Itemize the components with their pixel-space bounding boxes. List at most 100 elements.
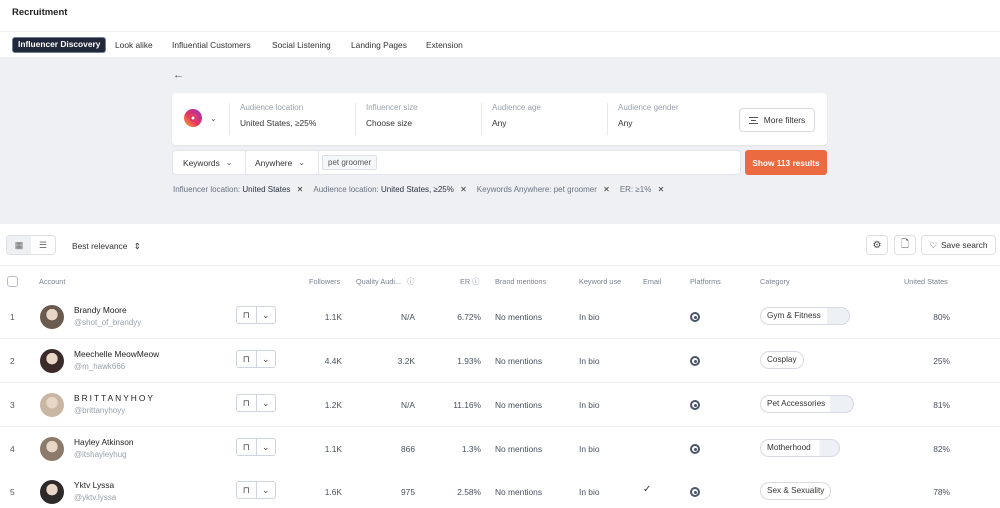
sort-select[interactable]: Best relevance ⇕ xyxy=(72,241,141,251)
followers-value: 1.1K xyxy=(324,312,342,322)
account-name[interactable]: Yktv Lyssa xyxy=(74,480,114,490)
row-rank: 3 xyxy=(10,400,15,410)
page-title: Recruitment xyxy=(12,7,68,18)
col-platforms[interactable]: Platforms xyxy=(690,277,721,286)
tab-influential-customers[interactable]: Influential Customers xyxy=(167,37,256,53)
select-all-checkbox[interactable] xyxy=(7,276,18,287)
list-view-icon[interactable]: ☰ xyxy=(31,236,55,254)
location-value: 25% xyxy=(933,356,950,366)
bookmark-icon[interactable]: ⊓ xyxy=(237,307,256,323)
account-handle[interactable]: @brittanyhoyy xyxy=(74,406,125,415)
keyword-scope-select[interactable]: Anywhere ⌄ xyxy=(245,151,318,174)
platform-select[interactable]: ⌄ xyxy=(184,109,217,127)
tab-social-listening[interactable]: Social Listening xyxy=(267,37,336,53)
avatar[interactable] xyxy=(40,393,64,417)
save-search-label: Save search xyxy=(940,240,988,250)
table-row[interactable]: 4 Hayley Atkinson @itshayleyhug ⊓ ⌄ 1.1K 866 1.… xyxy=(0,427,1000,471)
avatar[interactable] xyxy=(40,437,64,461)
tab-influencer-discovery[interactable]: Influencer Discovery xyxy=(12,37,107,53)
col-quality-audience[interactable]: Quality Audi... ⓘ xyxy=(356,277,414,287)
avatar[interactable] xyxy=(40,305,64,329)
filter-audience-gender[interactable]: Audience gender Any xyxy=(607,103,679,135)
category-pill: Cosplay xyxy=(760,351,804,369)
keyword-field-select[interactable]: Keywords ⌄ xyxy=(173,151,245,174)
chevron-down-icon[interactable]: ⌄ xyxy=(255,395,276,411)
account-name[interactable]: Hayley Atkinson xyxy=(74,437,134,447)
instagram-icon xyxy=(184,109,202,127)
instagram-icon xyxy=(690,444,700,454)
view-toggle: ▦ ☰ xyxy=(6,235,56,255)
back-arrow-icon[interactable]: ← xyxy=(173,69,184,81)
account-handle[interactable]: @shot_of_brandyy xyxy=(74,318,141,327)
avatar[interactable] xyxy=(40,349,64,373)
chevron-down-icon[interactable]: ⌄ xyxy=(255,307,276,323)
account-name[interactable]: BRITTANYHOY xyxy=(74,393,155,403)
category-pill: Sex & Sexuality xyxy=(760,482,832,500)
tab-look-alike[interactable]: Look alike xyxy=(110,37,158,53)
chevron-down-icon: ⌄ xyxy=(298,158,305,167)
table-row[interactable]: 5 Yktv Lyssa @yktv.lyssa ⊓ ⌄ 1.6K 975 2.58% No m… xyxy=(0,470,1000,508)
info-icon: ⓘ xyxy=(472,277,480,286)
filter-audience-location[interactable]: Audience location United States, ≥25% xyxy=(229,103,316,135)
chevron-down-icon[interactable]: ⌄ xyxy=(255,351,276,367)
settings-button[interactable]: ⚙ xyxy=(866,235,888,255)
account-name[interactable]: Meechelle MeowMeow xyxy=(74,349,159,359)
close-icon[interactable]: ✕ xyxy=(297,185,304,194)
filter-area: ← ⌄ Audience location United States, ≥25… xyxy=(0,57,1000,224)
more-filters-button[interactable]: More filters xyxy=(739,108,815,132)
bookmark-icon[interactable]: ⊓ xyxy=(237,395,256,411)
close-icon[interactable]: ✕ xyxy=(658,185,665,194)
account-handle[interactable]: @itshayleyhug xyxy=(74,450,127,459)
filter-audience-age[interactable]: Audience age Any xyxy=(481,103,541,135)
filter-value: Any xyxy=(492,118,507,128)
bookmark-group: ⊓ ⌄ xyxy=(236,350,276,368)
col-er-label: ER xyxy=(460,277,471,286)
grid-view-icon[interactable]: ▦ xyxy=(7,236,31,254)
chip-value: United States, ≥25% xyxy=(380,185,454,194)
table-row[interactable]: 3 BRITTANYHOY @brittanyhoyy ⊓ ⌄ 1.2K N/A 11.16%… xyxy=(0,383,1000,427)
bookmark-icon[interactable]: ⊓ xyxy=(237,351,256,367)
applied-filter-chip: Influencer location: United States ✕ xyxy=(173,185,303,194)
instagram-icon xyxy=(690,487,700,497)
table-row[interactable]: 2 Meechelle MeowMeow @m_hawk666 ⊓ ⌄ 4.4K 3.2K 1… xyxy=(0,339,1000,383)
account-handle[interactable]: @m_hawk666 xyxy=(74,362,125,371)
avatar[interactable] xyxy=(40,480,64,504)
col-category[interactable]: Category xyxy=(760,277,790,286)
chevron-down-icon[interactable]: ⌄ xyxy=(255,439,276,455)
chevron-down-icon: ⌄ xyxy=(225,158,233,167)
show-results-button[interactable]: Show 113 results xyxy=(745,150,827,175)
filter-card: ⌄ Audience location United States, ≥25% … xyxy=(172,93,827,145)
bookmark-icon[interactable]: ⊓ xyxy=(237,439,256,455)
close-icon[interactable]: ✕ xyxy=(460,185,467,194)
filter-influencer-size[interactable]: Influencer size Choose size xyxy=(355,103,418,135)
chip-label: Audience location: xyxy=(313,185,379,194)
chevron-down-icon[interactable]: ⌄ xyxy=(255,482,276,498)
bookmark-group: ⊓ ⌄ xyxy=(236,394,276,412)
export-csv-button[interactable]: 🗋 xyxy=(894,235,916,255)
col-er[interactable]: ER ⓘ xyxy=(460,277,479,287)
close-icon[interactable]: ✕ xyxy=(603,185,610,194)
save-search-button[interactable]: ♡ Save search xyxy=(921,235,996,255)
keyword-use-value: In bio xyxy=(579,487,600,497)
col-location[interactable]: United States xyxy=(904,277,948,286)
keyword-chip[interactable]: pet groomer xyxy=(322,155,378,170)
table-row[interactable]: 1 Brandy Moore @shot_of_brandyy ⊓ ⌄ 1.1K N/A 6.… xyxy=(0,295,1000,339)
col-keyword-use[interactable]: Keyword use xyxy=(579,277,621,286)
col-brand-mentions[interactable]: Brand mentions xyxy=(495,277,546,286)
tab-landing-pages[interactable]: Landing Pages xyxy=(346,37,412,53)
col-email[interactable]: Email xyxy=(643,277,661,286)
er-value: 2.58% xyxy=(457,487,481,497)
chip-label: ER: xyxy=(619,185,634,194)
account-name[interactable]: Brandy Moore xyxy=(74,305,127,315)
keyword-use-value: In bio xyxy=(579,356,600,366)
keyword-use-value: In bio xyxy=(579,312,600,322)
col-followers[interactable]: Followers xyxy=(309,277,340,286)
bookmark-icon[interactable]: ⊓ xyxy=(237,482,256,498)
tab-extension[interactable]: Extension xyxy=(421,37,468,53)
quality-audience-value: 975 xyxy=(401,487,415,497)
bookmark-group: ⊓ ⌄ xyxy=(236,306,276,324)
account-handle[interactable]: @yktv.lyssa xyxy=(74,493,116,502)
keyword-scope-label: Anywhere xyxy=(255,157,293,168)
location-value: 78% xyxy=(933,487,950,497)
col-account: Account xyxy=(39,277,66,286)
